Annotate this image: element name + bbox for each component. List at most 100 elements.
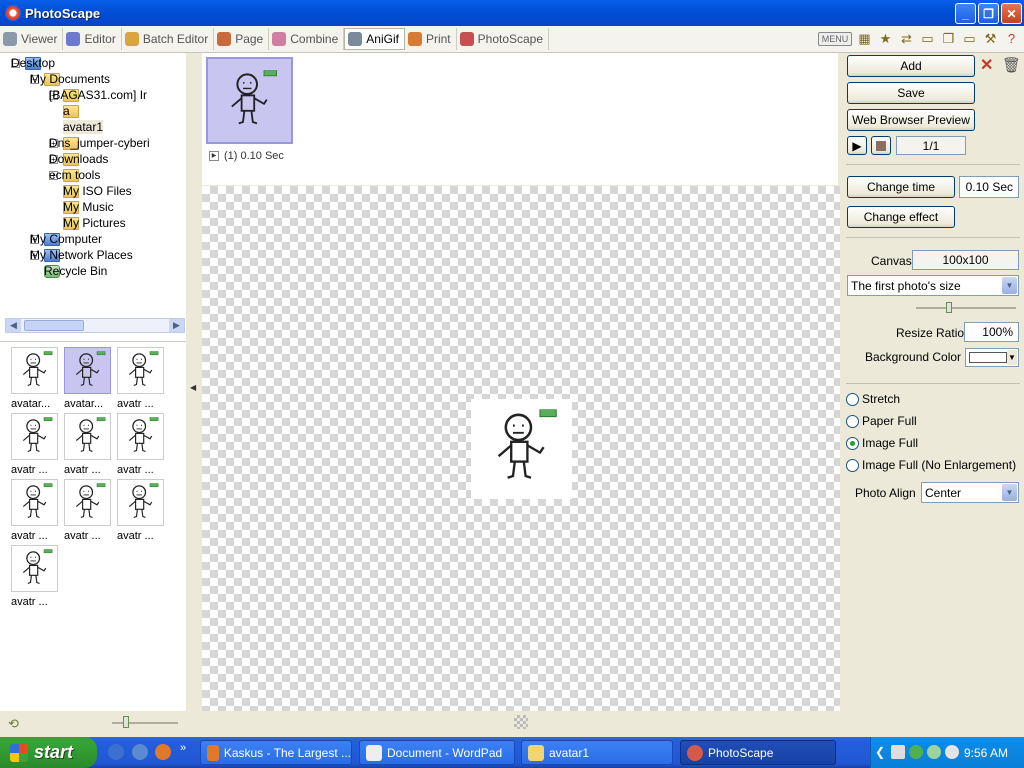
thumbnail-caption: avatr ... [11,596,48,608]
canvas-preview-area[interactable] [202,186,840,711]
thumbnail-item[interactable]: avatr ... [117,347,169,410]
minimize-button[interactable]: _ [955,3,976,24]
tab-editor[interactable]: Editor [63,28,122,50]
menu-icon[interactable]: MENU [818,31,852,46]
tree-dns-jumper[interactable]: + Dns_jumper-cyberi [49,135,150,151]
save-button[interactable]: Save [847,82,975,104]
chevron-down-icon[interactable]: ▼ [1002,484,1017,501]
tree-my-music[interactable]: My Music [63,199,114,215]
taskbar-item-kaskus[interactable]: Kaskus - The Largest ... [200,740,352,765]
trash-icon[interactable]: 🗑 [1002,56,1021,74]
network-tray-icon[interactable] [891,745,905,759]
blank-icon[interactable]: ▭ [961,30,978,47]
thumbnail-item[interactable]: avatr ... [117,413,169,476]
paper-full-radio[interactable]: Paper Full [846,414,917,428]
collapse-left-icon[interactable]: ◀ [190,383,196,392]
tree-my-computer[interactable]: + My Computer [30,231,102,247]
tab-anigif[interactable]: AniGif [344,28,405,50]
quicklaunch-more-icon[interactable]: » [180,742,186,754]
tree-desktop[interactable]: − Desktop [11,55,55,71]
image-full-radio[interactable]: Image Full [846,436,918,450]
taskbar-item-photoscape[interactable]: PhotoScape [680,740,836,765]
tree-ecm-tools[interactable]: + ecm tools [49,167,100,183]
tab-print[interactable]: Print [405,28,457,50]
play-icon[interactable]: ▶ [209,151,219,161]
media-player-icon[interactable] [132,744,148,760]
thumbnail-item[interactable]: avatr ... [11,479,63,542]
start-button[interactable]: start [0,737,97,768]
add-button[interactable]: Add [847,55,975,77]
thumbnail-item[interactable]: avatr ... [64,479,116,542]
security-tray-icon[interactable] [909,745,923,759]
thumbnail-item[interactable]: avatr ... [117,479,169,542]
tools-icon[interactable]: ⚒ [982,30,999,47]
antivirus-tray-icon[interactable] [927,745,941,759]
scroll-right-icon[interactable]: ▶ [169,319,184,332]
photo-align-label: Photo Align [855,486,916,500]
background-color-picker[interactable]: ▼ [965,348,1019,367]
web-browser-preview-button[interactable]: Web Browser Preview [847,109,975,131]
zoom-slider-thumb[interactable] [123,716,129,728]
tab-viewer[interactable]: Viewer [0,28,64,50]
frame-thumbnail[interactable] [206,57,293,144]
change-effect-button[interactable]: Change effect [847,206,955,228]
stretch-radio[interactable]: Stretch [846,392,900,406]
canvas-size-select[interactable]: The first photo's size ▼ [847,275,1019,296]
copy-icon[interactable]: ❐ [940,30,957,47]
print-icon [407,32,422,46]
stop-button[interactable] [871,136,891,155]
image-full-no-enlargement-radio[interactable]: Image Full (No Enlargement) [846,458,1016,472]
tree-recycle-bin[interactable]: Recycle Bin [44,263,107,279]
firefox-icon[interactable] [155,744,171,760]
taskbar-item-wordpad[interactable]: Document - WordPad [359,740,515,765]
tray-expand-icon[interactable]: ❮ [875,745,885,759]
tab-batch-editor[interactable]: Batch Editor [122,28,215,50]
tree-avatar1[interactable]: avatar1 [63,119,104,135]
chevron-down-icon[interactable]: ▼ [1002,277,1017,294]
scroll-left-icon[interactable]: ◀ [6,319,21,332]
tree-a[interactable]: a [63,103,82,119]
volume-tray-icon[interactable] [945,745,959,759]
thumbnail-caption: avatar... [11,398,51,410]
star-icon[interactable]: ★ [877,30,894,47]
ie-icon[interactable] [108,744,124,760]
tab-photoscape[interactable]: PhotoScape [457,28,550,50]
chevron-down-icon[interactable]: ▼ [1007,350,1017,365]
resize-slider[interactable] [916,307,1016,309]
help-icon[interactable]: ? [1003,30,1020,47]
tab-combine[interactable]: Combine [269,28,345,50]
slider-thumb[interactable] [946,302,952,313]
restore-button[interactable]: ❐ [978,3,999,24]
folder-icon[interactable]: ▭ [919,30,936,47]
thumbnail-item[interactable]: avatar... [11,347,63,410]
panel-splitter[interactable]: ◀ [186,53,201,711]
photo-align-select[interactable]: Center ▼ [921,482,1019,503]
thumbnail-caption: avatr ... [64,530,101,542]
resize-ratio-field[interactable]: 100% [964,322,1019,342]
zoom-slider[interactable] [112,722,178,724]
thumbnail-item[interactable]: avatr ... [11,413,63,476]
tree-my-iso-files[interactable]: My ISO Files [63,183,132,199]
tree-horizontal-scrollbar[interactable]: ◀ ▶ [5,318,185,333]
calendar-icon[interactable]: ▦ [856,30,873,47]
delete-icon[interactable]: ✕ [980,55,993,75]
thumbnail-item[interactable]: avatr ... [64,413,116,476]
tree-my-documents[interactable]: − My Documents [30,71,110,87]
tree-my-network-places[interactable]: + My Network Places [30,247,133,263]
time-value-field[interactable]: 0.10 Sec [959,176,1019,198]
scrollbar-thumb[interactable] [24,320,84,331]
tree-downloads[interactable]: + Downloads [49,151,108,167]
thumbnail-item[interactable]: avatr ... [11,545,63,608]
sync-icon[interactable]: ⇄ [898,30,915,47]
rotate-icon[interactable]: ⟲ [8,716,19,732]
close-button[interactable]: ✕ [1001,3,1022,24]
canvas-size-field: 100x100 [912,250,1019,270]
play-button[interactable]: ▶ [847,136,867,155]
tree-bagas[interactable]: + [BAGAS31.com] Ir [49,87,147,103]
tree-my-pictures[interactable]: My Pictures [63,215,126,231]
tab-page[interactable]: Page [214,28,270,50]
thumbnail-item[interactable]: avatar... [64,347,116,410]
taskbar-item-avatar1[interactable]: avatar1 [521,740,673,765]
change-time-button[interactable]: Change time [847,176,955,198]
play-icon: ▶ [852,138,862,153]
